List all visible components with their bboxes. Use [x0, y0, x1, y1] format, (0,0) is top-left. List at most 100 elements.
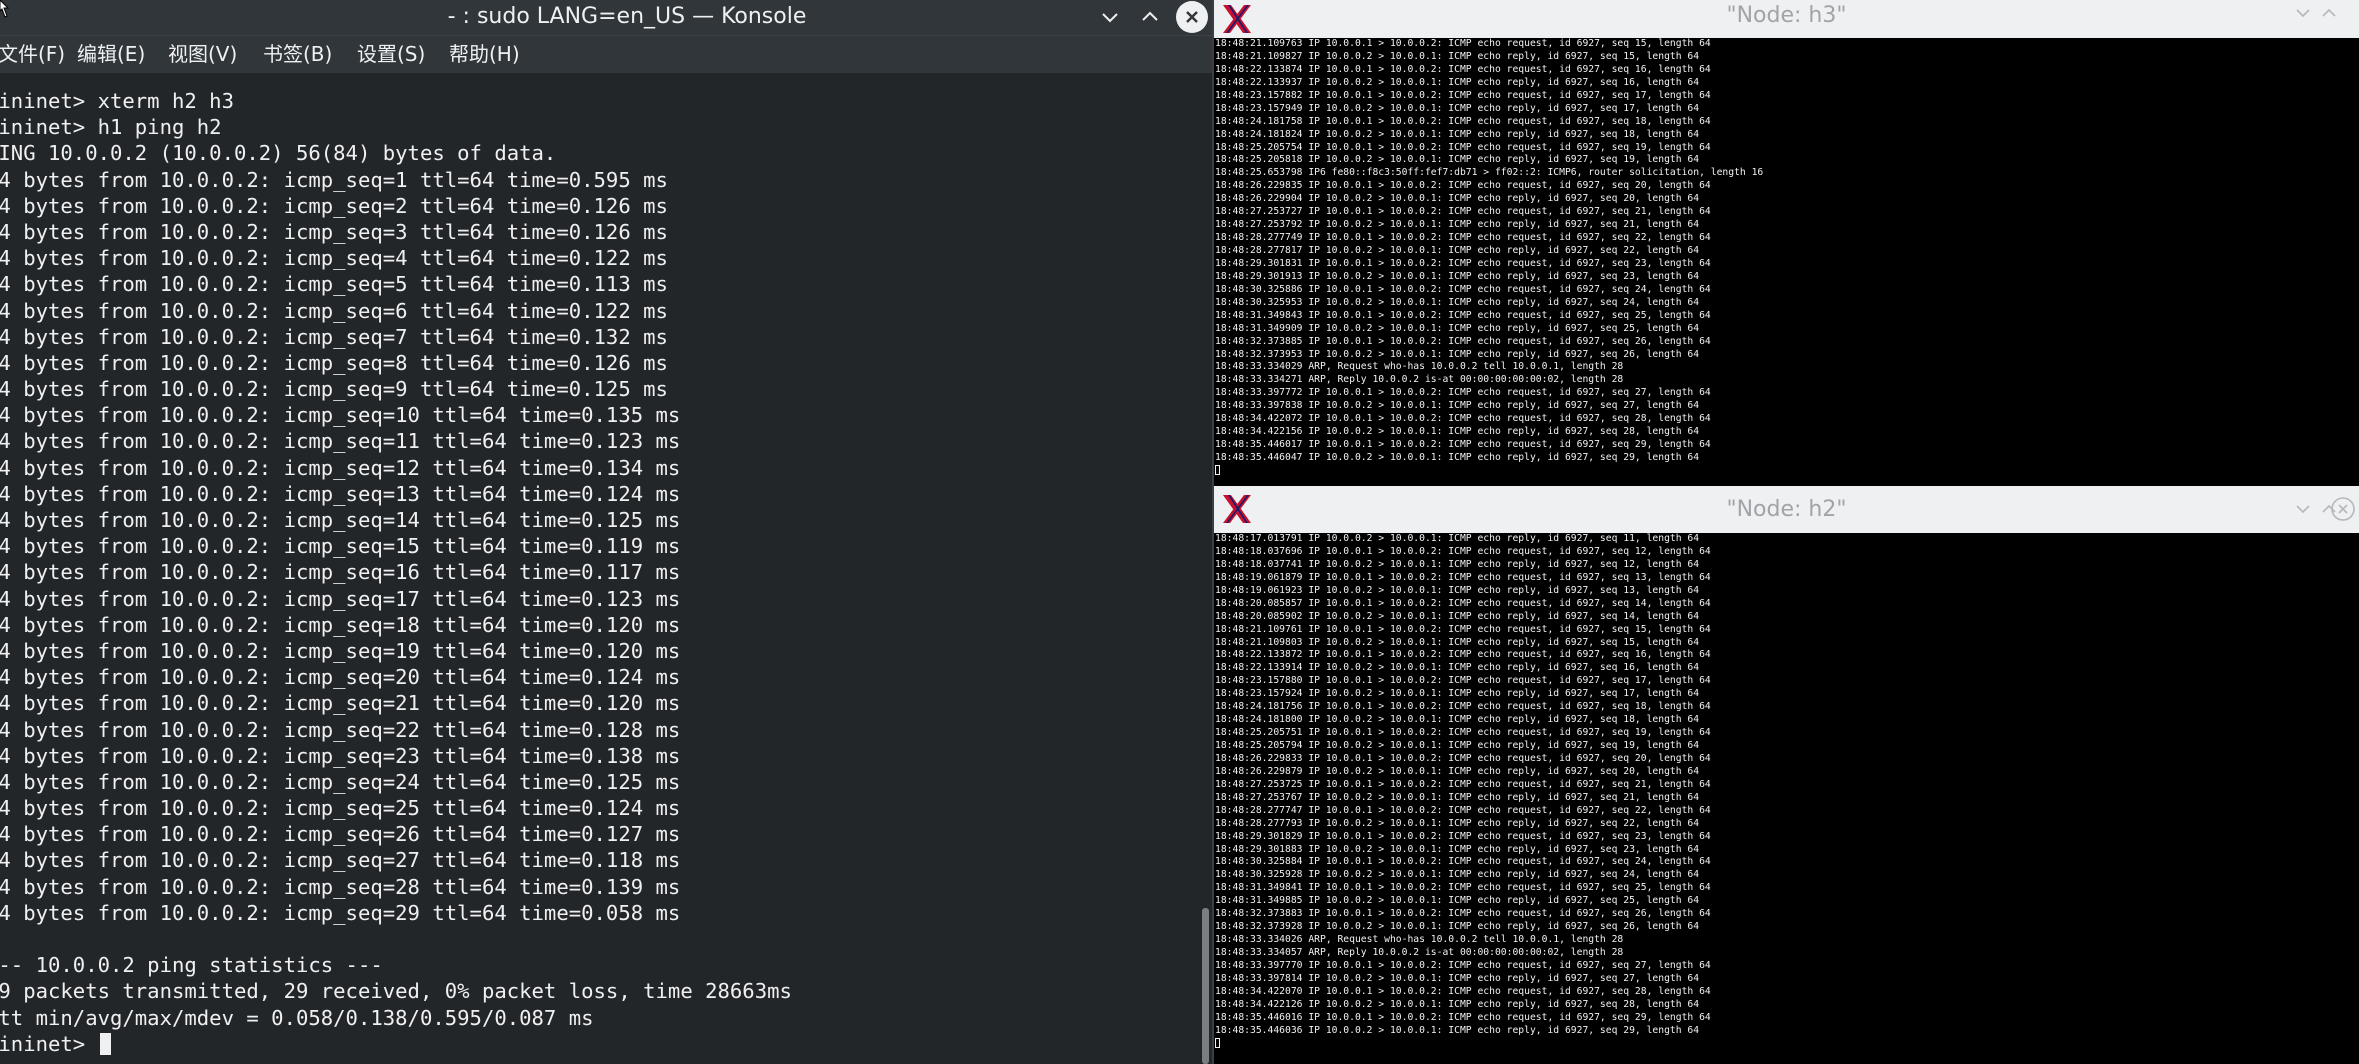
menu-view[interactable]: 视图(V): [168, 36, 237, 73]
terminal-line: 18:48:22.133914 IP 10.0.0.2 > 10.0.0.1: …: [1215, 662, 1700, 674]
maximize-button[interactable]: [1136, 3, 1164, 31]
prompt-line[interactable]: [1214, 464, 2359, 478]
terminal-line: 64 bytes from 10.0.0.2: icmp_seq=18 ttl=…: [0, 612, 681, 637]
terminal-line: 18:48:26.229833 IP 10.0.0.1 > 10.0.0.2: …: [1215, 752, 1711, 764]
prompt-line[interactable]: mininet>: [0, 1031, 1196, 1057]
terminal-line: 18:48:29.301831 IP 10.0.0.1 > 10.0.0.2: …: [1215, 257, 1711, 269]
xterm-terminal-h3[interactable]: 18:48:21.109763 IP 10.0.0.1 > 10.0.0.2: …: [1214, 38, 2359, 486]
terminal-line: 18:48:21.109827 IP 10.0.0.2 > 10.0.0.1: …: [1215, 50, 1700, 62]
terminal-line: 18:48:33.334271 ARP, Reply 10.0.0.2 is-a…: [1215, 374, 1624, 386]
terminal-line: 64 bytes from 10.0.0.2: icmp_seq=23 ttl=…: [0, 743, 681, 768]
terminal-line: 64 bytes from 10.0.0.2: icmp_seq=11 ttl=…: [0, 429, 681, 454]
minimize-button[interactable]: [2290, 496, 2316, 522]
menu-file[interactable]: 文件(F): [0, 36, 65, 73]
terminal-line: 64 bytes from 10.0.0.2: icmp_seq=12 ttl=…: [0, 455, 681, 480]
terminal-line: 18:48:32.373928 IP 10.0.0.2 > 10.0.0.1: …: [1215, 921, 1700, 933]
terminal-line: 18:48:29.301883 IP 10.0.0.2 > 10.0.0.1: …: [1215, 843, 1700, 855]
menu-bookmarks[interactable]: 书签(B): [263, 36, 332, 73]
terminal-line: 18:48:28.277817 IP 10.0.0.2 > 10.0.0.1: …: [1215, 245, 1700, 256]
terminal-line: 18:48:31.349885 IP 10.0.0.2 > 10.0.0.1: …: [1215, 895, 1700, 907]
terminal-line: 64 bytes from 10.0.0.2: icmp_seq=24 ttl=…: [0, 769, 681, 794]
terminal-line: 18:48:29.301829 IP 10.0.0.1 > 10.0.0.2: …: [1215, 830, 1711, 842]
terminal-line: 18:48:35.446016 IP 10.0.0.1 > 10.0.0.2: …: [1215, 1011, 1711, 1023]
terminal-line: 18:48:34.422126 IP 10.0.0.2 > 10.0.0.1: …: [1215, 998, 1700, 1010]
window-title: "Node: h2": [1726, 497, 1847, 522]
close-icon: [2331, 497, 2355, 521]
terminal-line: 18:48:27.253767 IP 10.0.0.2 > 10.0.0.1: …: [1215, 791, 1700, 803]
konsole-terminal[interactable]: mininet> xterm h2 h3 mininet> h1 ping h2 P…: [0, 88, 1196, 1064]
terminal-line: 18:48:34.422070 IP 10.0.0.1 > 10.0.0.2: …: [1215, 985, 1711, 997]
close-button[interactable]: [1176, 1, 1208, 33]
xterm-titlebar[interactable]: "Node: h3": [1214, 0, 2359, 38]
chevron-down-icon: [1102, 13, 1118, 23]
close-button[interactable]: [2330, 496, 2356, 522]
terminal-line: 18:48:33.334029 ARP, Request who-has 10.…: [1215, 361, 1624, 373]
terminal-line: 18:48:35.446017 IP 10.0.0.1 > 10.0.0.2: …: [1215, 439, 1711, 451]
window-title: - : sudo LANG=en_US — Konsole: [447, 4, 807, 29]
terminal-line: --- 10.0.0.2 ping statistics ---: [0, 953, 383, 978]
terminal-line: 18:48:19.061923 IP 10.0.0.2 > 10.0.0.1: …: [1215, 584, 1700, 596]
terminal-line: 18:48:33.397814 IP 10.0.0.2 > 10.0.0.1: …: [1215, 972, 1700, 984]
terminal-line: 18:48:23.157880 IP 10.0.0.1 > 10.0.0.2: …: [1215, 675, 1711, 687]
close-icon: [1186, 11, 1198, 23]
chevron-down-icon: [2296, 9, 2310, 18]
xterm-window-h3: "Node: h3" 18:48:21.109763 IP 10.0.0.1 >…: [1214, 0, 2359, 486]
terminal-line: 18:48:23.157882 IP 10.0.0.1 > 10.0.0.2: …: [1215, 89, 1711, 101]
terminal-line: 18:48:30.325928 IP 10.0.0.2 > 10.0.0.1: …: [1215, 869, 1700, 881]
terminal-line: 18:48:23.157924 IP 10.0.0.2 > 10.0.0.1: …: [1215, 688, 1700, 700]
terminal-line: 64 bytes from 10.0.0.2: icmp_seq=6 ttl=6…: [0, 298, 668, 323]
terminal-line: 18:48:22.133872 IP 10.0.0.1 > 10.0.0.2: …: [1215, 649, 1711, 661]
terminal-line: 64 bytes from 10.0.0.2: icmp_seq=8 ttl=6…: [0, 350, 668, 375]
terminal-line: 18:48:31.349909 IP 10.0.0.2 > 10.0.0.1: …: [1215, 322, 1700, 334]
terminal-line: 18:48:33.397770 IP 10.0.0.1 > 10.0.0.2: …: [1215, 959, 1711, 971]
prompt-line[interactable]: [1214, 1037, 2359, 1051]
maximize-button[interactable]: [2316, 0, 2342, 26]
terminal-line: 18:48:33.334057 ARP, Reply 10.0.0.2 is-a…: [1215, 947, 1624, 958]
terminal-line: 64 bytes from 10.0.0.2: icmp_seq=1 ttl=6…: [0, 167, 668, 192]
terminal-line: 18:48:26.229835 IP 10.0.0.1 > 10.0.0.2: …: [1215, 180, 1711, 192]
terminal-line: 18:48:18.037741 IP 10.0.0.2 > 10.0.0.1: …: [1215, 558, 1700, 570]
menu-edit[interactable]: 编辑(E): [77, 36, 145, 73]
terminal-line: 64 bytes from 10.0.0.2: icmp_seq=28 ttl=…: [0, 874, 681, 899]
terminal-line: 18:48:32.373885 IP 10.0.0.1 > 10.0.0.2: …: [1215, 335, 1711, 347]
terminal-line: 18:48:30.325953 IP 10.0.0.2 > 10.0.0.1: …: [1215, 296, 1700, 308]
terminal-line: 18:48:20.085902 IP 10.0.0.2 > 10.0.0.1: …: [1215, 610, 1700, 622]
terminal-line: 18:48:22.133874 IP 10.0.0.1 > 10.0.0.2: …: [1215, 63, 1711, 75]
terminal-line: 64 bytes from 10.0.0.2: icmp_seq=21 ttl=…: [0, 691, 681, 716]
terminal-output: 18:48:21.109763 IP 10.0.0.1 > 10.0.0.2: …: [1214, 38, 2359, 478]
terminal-line: 64 bytes from 10.0.0.2: icmp_seq=27 ttl=…: [0, 848, 681, 873]
terminal-line: 18:48:25.653798 IP6 fe80::f8c3:50ff:fef7…: [1215, 167, 1764, 179]
text-cursor: [1215, 464, 1220, 475]
minimize-button[interactable]: [1096, 3, 1124, 31]
terminal-line: 64 bytes from 10.0.0.2: icmp_seq=29 ttl=…: [0, 900, 681, 925]
terminal-line: 18:48:22.133937 IP 10.0.0.2 > 10.0.0.1: …: [1215, 76, 1700, 88]
terminal-line: 64 bytes from 10.0.0.2: icmp_seq=20 ttl=…: [0, 665, 681, 690]
konsole-titlebar[interactable]: - : sudo LANG=en_US — Konsole: [0, 0, 1214, 35]
terminal-line: 18:48:24.181756 IP 10.0.0.1 > 10.0.0.2: …: [1215, 701, 1711, 713]
xterm-terminal-h2[interactable]: 18:48:17.013791 IP 10.0.0.2 > 10.0.0.1: …: [1214, 533, 2359, 1064]
terminal-line: 64 bytes from 10.0.0.2: icmp_seq=17 ttl=…: [0, 586, 681, 611]
terminal-line: 64 bytes from 10.0.0.2: icmp_seq=26 ttl=…: [0, 822, 681, 847]
terminal-line: 18:48:34.422156 IP 10.0.0.2 > 10.0.0.1: …: [1215, 426, 1700, 438]
xterm-titlebar[interactable]: "Node: h2": [1214, 486, 2359, 533]
terminal-line: 18:48:28.277793 IP 10.0.0.2 > 10.0.0.1: …: [1215, 817, 1700, 829]
terminal-line: mininet> xterm h2 h3: [0, 89, 234, 113]
minimize-button[interactable]: [2290, 0, 2316, 26]
terminal-line: 64 bytes from 10.0.0.2: icmp_seq=13 ttl=…: [0, 481, 681, 506]
terminal-output: 18:48:17.013791 IP 10.0.0.2 > 10.0.0.1: …: [1214, 533, 2359, 1051]
terminal-line: 18:48:17.013791 IP 10.0.0.2 > 10.0.0.1: …: [1215, 533, 1700, 544]
terminal-line: PING 10.0.0.2 (10.0.0.2) 56(84) bytes of…: [0, 141, 557, 166]
menu-help[interactable]: 帮助(H): [449, 36, 520, 73]
terminal-line: 18:48:34.422072 IP 10.0.0.1 > 10.0.0.2: …: [1215, 413, 1711, 425]
terminal-line: 64 bytes from 10.0.0.2: icmp_seq=25 ttl=…: [0, 796, 681, 821]
terminal-line: 64 bytes from 10.0.0.2: icmp_seq=5 ttl=6…: [0, 272, 668, 297]
menu-settings[interactable]: 设置(S): [357, 36, 425, 73]
prompt-text: mininet>: [0, 1031, 86, 1056]
scrollbar-thumb[interactable]: [1202, 908, 1209, 1064]
terminal-line: 18:48:26.229904 IP 10.0.0.2 > 10.0.0.1: …: [1215, 193, 1700, 205]
konsole-window: - : sudo LANG=en_US — Konsole 文件(F) 编辑(E…: [0, 0, 1214, 1064]
terminal-line: rtt min/avg/max/mdev = 0.058/0.138/0.595…: [0, 1005, 594, 1030]
terminal-line: 18:48:25.205818 IP 10.0.0.2 > 10.0.0.1: …: [1215, 154, 1700, 166]
terminal-line: 18:48:35.446036 IP 10.0.0.2 > 10.0.0.1: …: [1215, 1024, 1700, 1036]
terminal-output: mininet> xterm h2 h3 mininet> h1 ping h2 P…: [0, 88, 1196, 1057]
